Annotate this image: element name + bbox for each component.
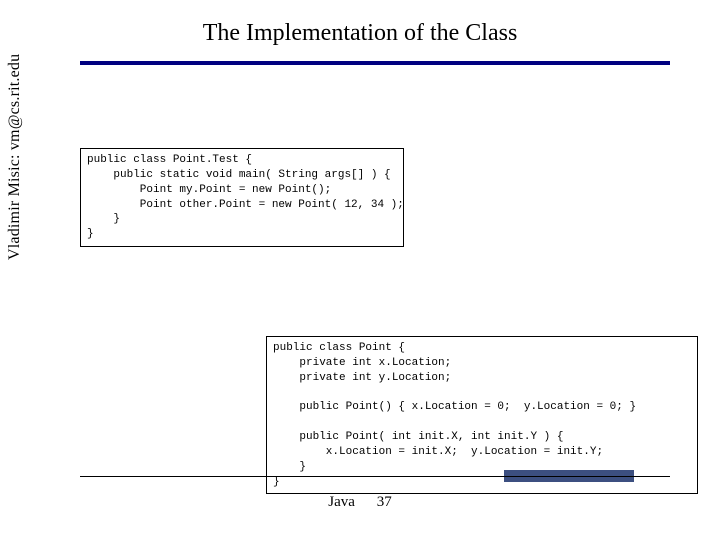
footer-divider <box>80 476 670 477</box>
title-divider <box>80 61 670 65</box>
code-block-pointtest: public class Point.Test { public static … <box>80 148 404 247</box>
slide-title: The Implementation of the Class <box>0 0 720 61</box>
slide-footer: Java 37 <box>0 494 720 511</box>
footer-label: Java <box>328 494 355 510</box>
footer-page-number: 37 <box>377 494 392 511</box>
author-sidebar: Vladimir Misic: vm@cs.rit.edu <box>6 0 24 260</box>
